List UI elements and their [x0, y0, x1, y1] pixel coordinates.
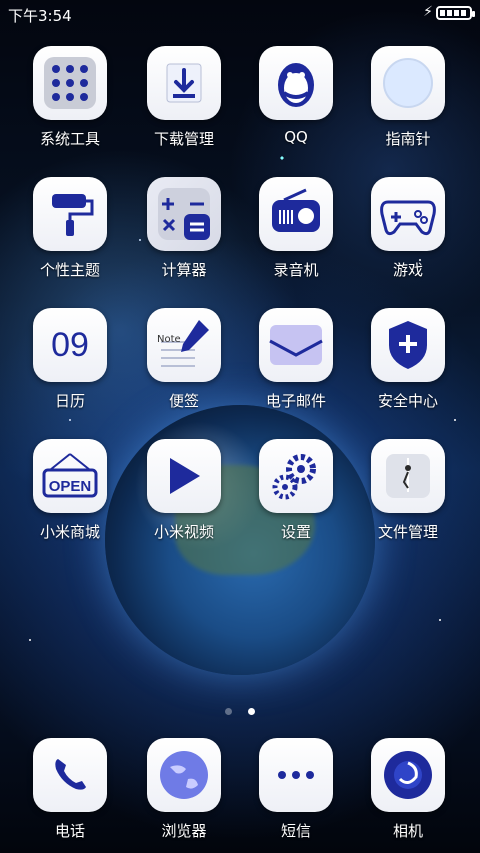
status-time: 下午3:54	[8, 7, 72, 25]
mail-icon	[259, 308, 333, 382]
app-system-tools[interactable]: 系统工具	[15, 46, 125, 149]
note-icon: Note	[147, 308, 221, 382]
app-games[interactable]: 游戏	[353, 177, 463, 280]
open-sign-text: OPEN	[48, 478, 92, 495]
sms-icon	[259, 738, 333, 812]
gears-icon	[259, 439, 333, 513]
dock-sms[interactable]: 短信	[241, 738, 351, 841]
radio-recorder-icon	[259, 177, 333, 251]
qq-penguin-icon	[259, 46, 333, 120]
globe-icon	[147, 738, 221, 812]
calendar-date: 09	[51, 325, 89, 364]
play-icon	[147, 439, 221, 513]
page-indicator	[0, 700, 480, 719]
app-label: QQ	[284, 128, 308, 146]
dock-camera[interactable]: 相机	[353, 738, 463, 841]
app-label: 下载管理	[153, 130, 214, 148]
app-label: 电子邮件	[265, 392, 326, 410]
dock-phone[interactable]: 电话	[15, 738, 125, 841]
app-security[interactable]: 安全中心	[353, 308, 463, 411]
app-label: 电话	[54, 822, 85, 840]
app-file-manager[interactable]: 文件管理	[353, 439, 463, 542]
calendar-icon: 09	[33, 308, 107, 382]
bolt-icon: ⚡	[423, 4, 433, 20]
app-label: 文件管理	[377, 523, 438, 541]
tools-grid-icon	[33, 46, 107, 120]
app-label: 录音机	[273, 261, 319, 279]
compass-icon	[371, 46, 445, 120]
app-label: 小米商城	[39, 523, 100, 541]
page-dot-active[interactable]	[247, 708, 255, 715]
app-qq[interactable]: QQ	[241, 46, 351, 146]
app-mi-video[interactable]: 小米视频	[129, 439, 239, 542]
app-settings[interactable]: 设置	[241, 439, 351, 542]
app-label: 便签	[168, 392, 199, 410]
note-text: Note	[157, 334, 181, 345]
app-mi-store[interactable]: OPEN 小米商城	[15, 439, 125, 542]
app-label: 计算器	[161, 261, 207, 279]
paint-roller-icon	[33, 177, 107, 251]
phone-icon	[33, 738, 107, 812]
app-compass[interactable]: 指南针	[353, 46, 463, 149]
app-label: 个性主题	[39, 261, 100, 279]
app-notes[interactable]: Note 便签	[129, 308, 239, 411]
app-label: 浏览器	[161, 822, 207, 840]
download-icon	[147, 46, 221, 120]
app-label: 短信	[280, 822, 311, 840]
app-label: 日历	[54, 392, 85, 410]
status-bar: 下午3:54 ⚡	[0, 0, 480, 28]
app-label: 指南针	[385, 130, 431, 148]
app-label: 相机	[392, 822, 423, 840]
app-calculator[interactable]: 计算器	[129, 177, 239, 280]
app-download-manager[interactable]: 下载管理	[129, 46, 239, 149]
app-recorder[interactable]: 录音机	[241, 177, 351, 280]
app-label: 系统工具	[39, 130, 100, 148]
app-themes[interactable]: 个性主题	[15, 177, 125, 280]
file-icon	[371, 439, 445, 513]
app-label: 游戏	[392, 261, 423, 279]
gamepad-icon	[371, 177, 445, 251]
calculator-icon	[147, 177, 221, 251]
shield-icon	[371, 308, 445, 382]
app-calendar[interactable]: 09 日历	[15, 308, 125, 411]
app-label: 设置	[280, 523, 311, 541]
app-email[interactable]: 电子邮件	[241, 308, 351, 411]
camera-icon	[371, 738, 445, 812]
app-label: 安全中心	[377, 392, 438, 410]
open-sign-icon: OPEN	[33, 439, 107, 513]
page-dot[interactable]	[225, 708, 233, 715]
app-label: 小米视频	[153, 523, 214, 541]
battery-icon	[436, 6, 475, 20]
dock-browser[interactable]: 浏览器	[129, 738, 239, 841]
